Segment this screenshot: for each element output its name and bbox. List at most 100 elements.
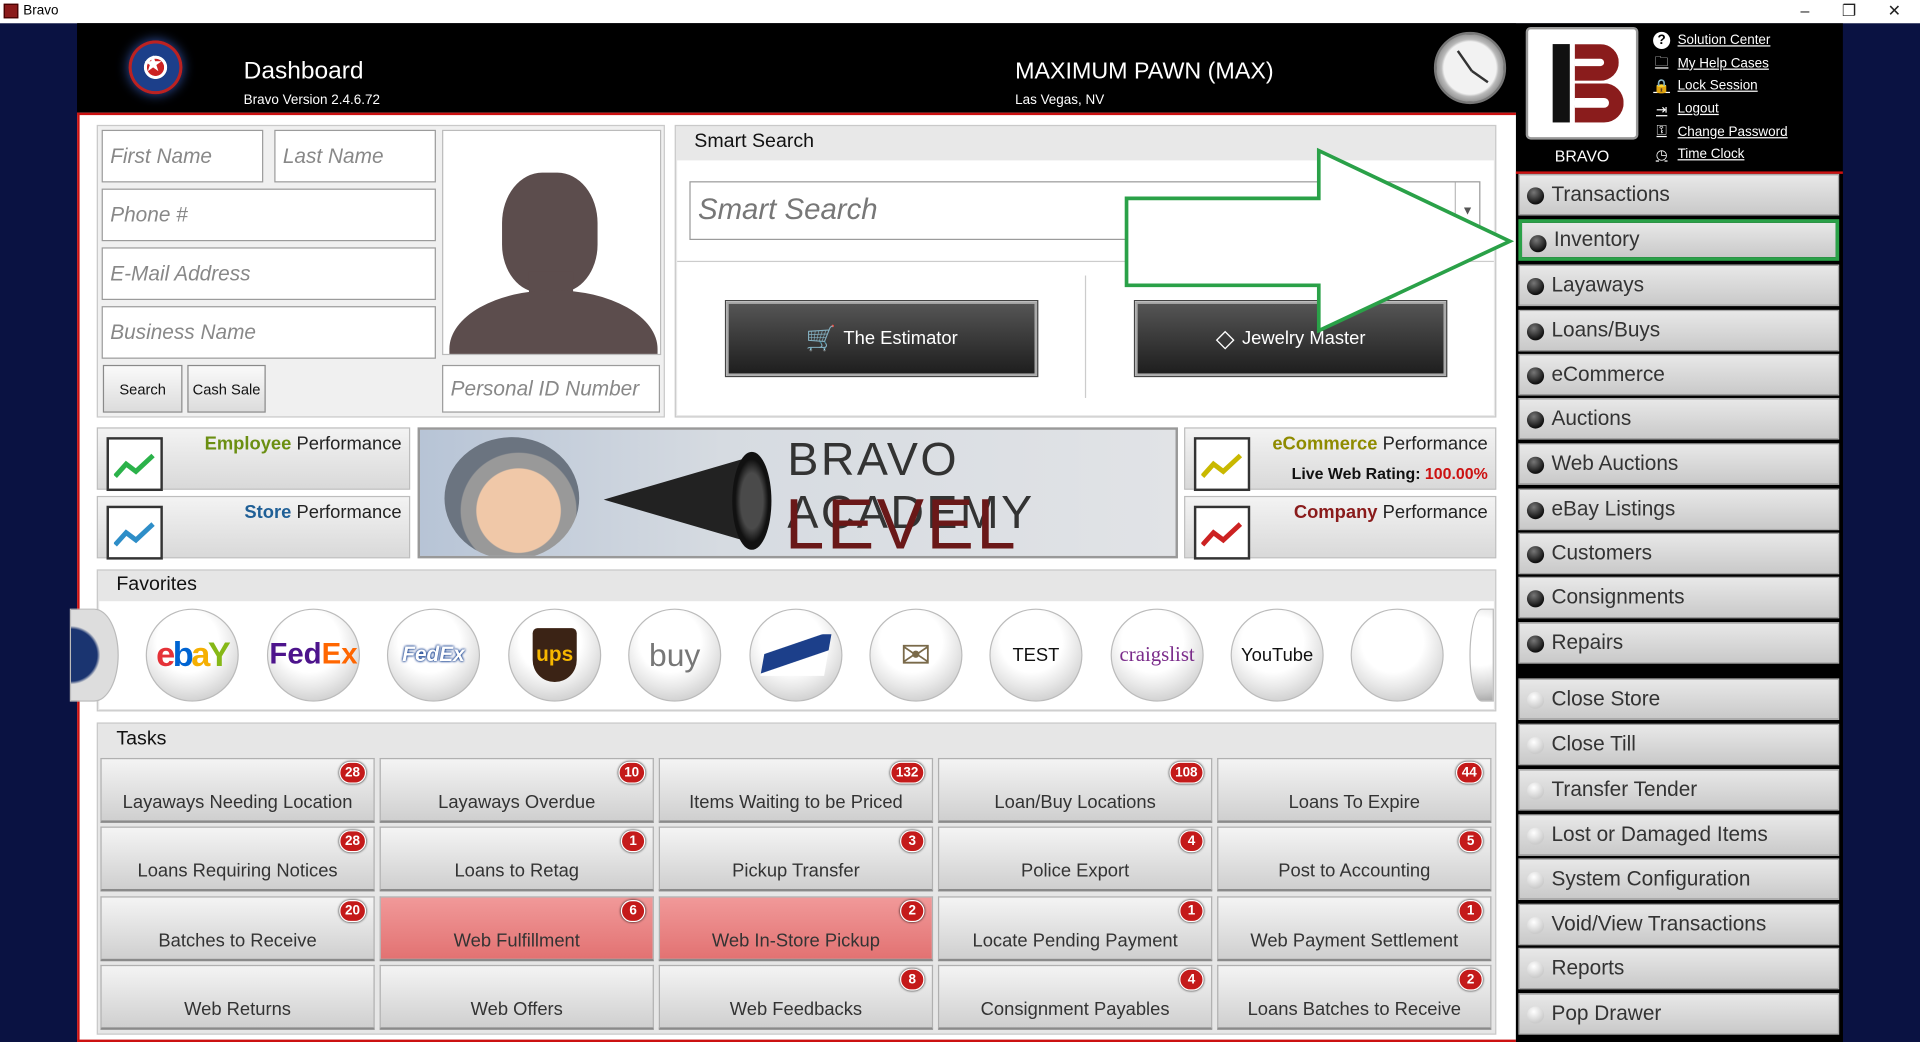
task-tile[interactable]: Police Export 4 bbox=[937, 826, 1213, 892]
sidebar-item-label: Layaways bbox=[1551, 273, 1645, 297]
task-tile[interactable]: Pickup Transfer 3 bbox=[658, 826, 934, 892]
sidebar-item[interactable]: Lost or Damaged Items bbox=[1518, 814, 1840, 856]
task-tile[interactable]: Web Returns bbox=[100, 964, 375, 1030]
sidebar-item[interactable]: Inventory bbox=[1518, 219, 1840, 261]
business-name-field[interactable]: Business Name bbox=[101, 306, 436, 359]
task-tile[interactable]: Loans to Retag 1 bbox=[379, 826, 654, 892]
maximize-button[interactable]: ❐ bbox=[1837, 1, 1861, 21]
clock-icon[interactable] bbox=[1433, 31, 1507, 105]
favorite-seal[interactable] bbox=[69, 608, 119, 702]
task-tile[interactable]: Loan/Buy Locations 108 bbox=[937, 757, 1213, 823]
favorite-youtube[interactable]: YouTube bbox=[1230, 608, 1324, 702]
change-password-link[interactable]: ⚿ Change Password bbox=[1653, 120, 1788, 143]
cart-icon: 🛒 bbox=[805, 325, 837, 353]
task-tile[interactable]: Items Waiting to be Priced 132 bbox=[658, 757, 934, 823]
sidebar-item[interactable]: Consignments bbox=[1518, 576, 1840, 619]
task-tile[interactable]: Web In-Store Pickup 2 bbox=[658, 896, 934, 962]
task-tile[interactable]: Loans Batches to Receive 2 bbox=[1217, 964, 1492, 1030]
sidebar-item[interactable]: Auctions bbox=[1518, 397, 1840, 440]
task-tile[interactable]: Consignment Payables 4 bbox=[937, 964, 1213, 1030]
sidebar-item[interactable]: Layaways bbox=[1518, 264, 1840, 307]
favorite-test[interactable]: TEST bbox=[989, 608, 1083, 702]
solution-center-link[interactable]: ? Solution Center bbox=[1653, 29, 1788, 52]
task-tile[interactable]: Locate Pending Payment 1 bbox=[937, 896, 1213, 962]
logout-icon: ⇥ bbox=[1656, 102, 1668, 118]
sidebar-item[interactable]: Loans/Buys bbox=[1518, 309, 1840, 352]
academy-banner[interactable]: BRAVO ACADEMY LEVEL ONE bbox=[417, 427, 1178, 559]
cash-sale-button[interactable]: Cash Sale bbox=[187, 364, 266, 413]
sidebar-item[interactable]: Close Store bbox=[1518, 678, 1840, 721]
favorite-craigslist[interactable]: craigslist bbox=[1110, 608, 1204, 702]
favorite-mail[interactable]: ✉ bbox=[869, 608, 963, 702]
task-count-badge: 44 bbox=[1455, 761, 1483, 784]
sidebar-item[interactable]: Close Till bbox=[1518, 723, 1840, 766]
task-tile[interactable]: Post to Accounting 5 bbox=[1217, 826, 1492, 892]
task-tile[interactable]: Batches to Receive 20 bbox=[100, 896, 375, 962]
sidebar-item[interactable]: Web Auctions bbox=[1518, 443, 1840, 485]
task-tile[interactable]: Web Fulfillment 6 bbox=[379, 896, 654, 962]
favorite-paypal[interactable]: FedEx bbox=[386, 608, 481, 702]
help-cases-link[interactable]: 🗀 My Help Cases bbox=[1653, 52, 1788, 75]
employee-performance[interactable]: Employee Performance bbox=[96, 427, 411, 492]
chart-up-icon bbox=[1193, 505, 1251, 560]
store-performance[interactable]: Store Performance bbox=[96, 495, 411, 560]
favorite-fedex[interactable]: Fed Ex bbox=[266, 608, 361, 702]
personal-id-field[interactable]: Personal ID Number bbox=[442, 364, 661, 413]
favorite-ebay[interactable]: ebaY bbox=[145, 608, 239, 702]
task-tile[interactable]: Web Payment Settlement 1 bbox=[1217, 896, 1492, 962]
menu-bullet-icon bbox=[1526, 1006, 1545, 1024]
task-tile[interactable]: Layaways Overdue 10 bbox=[379, 757, 654, 823]
folder-icon: 🗀 bbox=[1654, 55, 1669, 71]
task-label: Loans Batches to Receive bbox=[1247, 999, 1462, 1021]
task-count-badge: 20 bbox=[338, 900, 367, 923]
task-tile[interactable]: Loans To Expire 44 bbox=[1217, 757, 1492, 823]
logout-link[interactable]: ⇥ Logout bbox=[1653, 98, 1788, 121]
task-tile[interactable]: Web Feedbacks 8 bbox=[658, 964, 934, 1030]
estimator-button[interactable]: 🛒 The Estimator bbox=[726, 301, 1038, 376]
menu-bullet-icon bbox=[1526, 277, 1545, 296]
favorite-empty[interactable] bbox=[1350, 608, 1444, 702]
chart-up-icon bbox=[106, 437, 163, 492]
favorite-usps[interactable] bbox=[749, 608, 843, 702]
menu-bullet-icon bbox=[1526, 456, 1545, 474]
email-field[interactable]: E-Mail Address bbox=[101, 247, 436, 301]
phone-field[interactable]: Phone # bbox=[101, 188, 436, 242]
last-name-field[interactable]: Last Name bbox=[274, 129, 436, 183]
task-label: Consignment Payables bbox=[980, 999, 1170, 1021]
lock-session-link[interactable]: 🔒 Lock Session bbox=[1653, 75, 1788, 98]
menu-bullet-icon bbox=[1526, 871, 1545, 889]
sidebar-item[interactable]: System Configuration bbox=[1518, 858, 1840, 901]
highlight-arrow bbox=[1124, 147, 1515, 334]
task-tile[interactable]: Loans Requiring Notices 28 bbox=[100, 826, 375, 892]
sidebar-item[interactable]: Void/View Transactions bbox=[1518, 903, 1840, 946]
sidebar-item-label: Auctions bbox=[1551, 406, 1632, 430]
sidebar-item[interactable]: Repairs bbox=[1518, 622, 1840, 664]
first-name-field[interactable]: First Name bbox=[101, 129, 264, 183]
ecommerce-performance[interactable]: eCommerce Performance Live Web Rating: 1… bbox=[1184, 427, 1497, 492]
key-icon: ⚿ bbox=[1656, 123, 1667, 139]
sidebar-item[interactable]: Pop Drawer bbox=[1518, 993, 1840, 1035]
favorite-ups[interactable]: ups bbox=[508, 608, 602, 702]
sidebar-item-label: Void/View Transactions bbox=[1551, 912, 1767, 936]
sidebar-item-label: Web Auctions bbox=[1551, 451, 1679, 476]
favorite-buy[interactable]: buy bbox=[628, 608, 722, 702]
minimize-button[interactable]: – bbox=[1793, 1, 1817, 19]
help-icon: ? bbox=[1653, 32, 1671, 50]
sidebar-item[interactable]: Customers bbox=[1518, 532, 1840, 575]
sidebar-item[interactable]: eBay Listings bbox=[1518, 488, 1840, 531]
task-tile[interactable]: Layaways Needing Location 28 bbox=[100, 757, 375, 823]
favorite-partial[interactable] bbox=[1469, 608, 1494, 702]
sidebar-item[interactable]: Transfer Tender bbox=[1518, 768, 1840, 811]
company-performance[interactable]: Company Performance bbox=[1184, 495, 1497, 560]
task-tile[interactable]: Web Offers bbox=[379, 964, 654, 1030]
sidebar-item[interactable]: Transactions bbox=[1518, 173, 1840, 216]
sidebar-item[interactable]: eCommerce bbox=[1518, 353, 1840, 396]
task-label: Web Feedbacks bbox=[729, 999, 863, 1021]
search-button[interactable]: Search bbox=[102, 364, 183, 413]
window-titlebar: Bravo – ❐ ✕ bbox=[0, 0, 1920, 24]
time-clock-link[interactable]: ◷ Time Clock bbox=[1653, 143, 1788, 166]
sidebar-item[interactable]: Reports bbox=[1518, 947, 1840, 990]
task-count-badge: 1 bbox=[1179, 900, 1204, 923]
close-button[interactable]: ✕ bbox=[1882, 1, 1906, 21]
customer-photo bbox=[442, 129, 662, 356]
